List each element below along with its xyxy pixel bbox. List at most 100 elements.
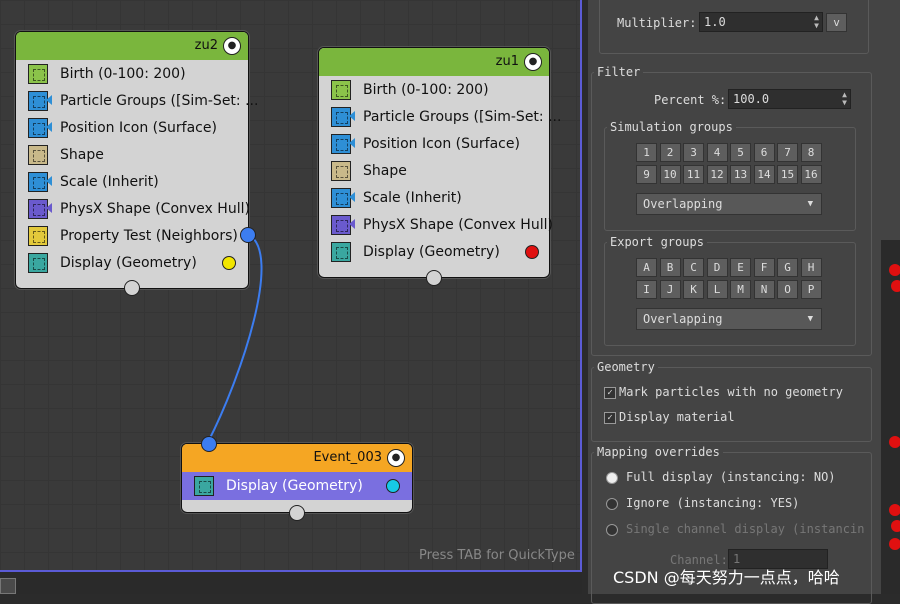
simulation-group-button[interactable]: 5 bbox=[730, 143, 751, 162]
particle-groups-icon bbox=[331, 106, 351, 127]
particle bbox=[891, 280, 900, 292]
operator-label: PhysX Shape (Convex Hull) bbox=[363, 216, 553, 233]
simulation-group-button[interactable]: 15 bbox=[777, 165, 798, 184]
operator-label: Shape bbox=[60, 146, 104, 163]
export-group-button[interactable]: N bbox=[753, 280, 775, 299]
export-group-button[interactable]: E bbox=[730, 258, 751, 277]
input-port[interactable] bbox=[201, 436, 217, 452]
multiplier-input[interactable]: 1.0 ▲ ▼ bbox=[699, 12, 823, 32]
operator-particle-groups[interactable]: Particle Groups ([Sim-Set: ... bbox=[16, 87, 258, 114]
viewport-edge bbox=[881, 240, 900, 594]
operator-physx-shape[interactable]: PhysX Shape (Convex Hull) bbox=[319, 211, 553, 238]
full-display-radio[interactable]: Full display (instancing: NO) bbox=[606, 470, 836, 484]
output-port[interactable] bbox=[240, 227, 256, 243]
export-group-button[interactable]: P bbox=[800, 280, 822, 299]
lightbulb-icon[interactable]: ● bbox=[223, 37, 241, 55]
operator-label: Birth (0-100: 200) bbox=[363, 81, 489, 98]
operator-display-selected[interactable]: Display (Geometry) bbox=[182, 472, 412, 500]
node-zu2-header[interactable]: zu2 ● bbox=[16, 32, 248, 60]
lightbulb-icon[interactable]: ● bbox=[524, 53, 542, 71]
export-group-button[interactable]: O bbox=[777, 280, 798, 299]
arrow-icon bbox=[46, 203, 52, 213]
lightbulb-icon[interactable]: ● bbox=[387, 449, 405, 467]
operator-birth[interactable]: Birth (0-100: 200) bbox=[16, 60, 248, 87]
operator-birth[interactable]: Birth (0-100: 200) bbox=[319, 76, 549, 103]
single-channel-radio[interactable]: Single channel display (instancin bbox=[606, 522, 864, 536]
simulation-groups-label: Simulation groups bbox=[607, 120, 736, 134]
simulation-group-button[interactable]: 9 bbox=[636, 165, 657, 184]
simulation-group-button[interactable]: 10 bbox=[659, 165, 681, 184]
simulation-group-button[interactable]: 14 bbox=[753, 165, 775, 184]
node-event-003-header[interactable]: Event_003 ● bbox=[182, 444, 412, 472]
export-group-button[interactable]: H bbox=[800, 258, 822, 277]
simulation-overlap-dropdown[interactable]: Overlapping ▼ bbox=[636, 193, 822, 215]
export-group-button[interactable]: K bbox=[683, 280, 704, 299]
percent-input[interactable]: 100.0 ▲ ▼ bbox=[728, 89, 851, 109]
display-color-dot[interactable] bbox=[222, 256, 236, 270]
operator-label: Birth (0-100: 200) bbox=[60, 65, 186, 82]
radio-icon bbox=[606, 523, 618, 536]
v-button[interactable]: v bbox=[826, 13, 847, 32]
export-group-button[interactable]: M bbox=[730, 280, 751, 299]
operator-particle-groups[interactable]: Particle Groups ([Sim-Set: ... bbox=[319, 103, 561, 130]
particle-view-graph[interactable]: zu2 ● Birth (0-100: 200) Particle Groups… bbox=[0, 0, 582, 572]
operator-scale[interactable]: Scale (Inherit) bbox=[319, 184, 549, 211]
mark-no-geometry-checkbox[interactable]: ✓ Mark particles with no geometry bbox=[604, 385, 843, 399]
ignore-radio[interactable]: Ignore (instancing: YES) bbox=[606, 496, 799, 510]
input-port[interactable] bbox=[124, 280, 140, 296]
export-group-button[interactable]: I bbox=[636, 280, 657, 299]
node-event-003[interactable]: Event_003 ● Display (Geometry) bbox=[181, 436, 413, 521]
simulation-group-button[interactable]: 12 bbox=[706, 165, 728, 184]
operator-label: Position Icon (Surface) bbox=[363, 135, 520, 152]
export-group-button[interactable]: G bbox=[777, 258, 798, 277]
simulation-group-button[interactable]: 3 bbox=[683, 143, 704, 162]
node-zu1[interactable]: zu1 ● Birth (0-100: 200) Particle Groups… bbox=[318, 47, 561, 286]
simulation-group-button[interactable]: 2 bbox=[659, 143, 681, 162]
operator-physx-shape[interactable]: PhysX Shape (Convex Hull) bbox=[16, 195, 250, 222]
particle bbox=[889, 538, 900, 550]
export-group-button[interactable]: B bbox=[659, 258, 681, 277]
operator-shape[interactable]: Shape bbox=[319, 157, 549, 184]
export-group-button[interactable]: C bbox=[683, 258, 704, 277]
particle bbox=[889, 264, 900, 276]
multiplier-value: 1.0 bbox=[704, 15, 726, 29]
node-zu2[interactable]: zu2 ● Birth (0-100: 200) Particle Groups… bbox=[15, 31, 258, 296]
simulation-group-button[interactable]: 16 bbox=[800, 165, 822, 184]
checkbox-label: Display material bbox=[619, 410, 735, 424]
arrow-icon bbox=[46, 95, 52, 105]
operator-position-icon[interactable]: Position Icon (Surface) bbox=[319, 130, 549, 157]
display-material-checkbox[interactable]: ✓ Display material bbox=[604, 410, 735, 424]
simulation-group-button[interactable]: 6 bbox=[753, 143, 775, 162]
display-color-dot[interactable] bbox=[386, 479, 400, 493]
operator-property-test[interactable]: Property Test (Neighbors) bbox=[16, 222, 248, 249]
node-event-003-title: Event_003 bbox=[313, 450, 382, 465]
display-color-dot[interactable] bbox=[525, 245, 539, 259]
simulation-group-button[interactable]: 11 bbox=[683, 165, 704, 184]
operator-scale[interactable]: Scale (Inherit) bbox=[16, 168, 248, 195]
radio-label: Ignore (instancing: YES) bbox=[626, 496, 800, 510]
operator-position-icon[interactable]: Position Icon (Surface) bbox=[16, 114, 248, 141]
simulation-group-button[interactable]: 8 bbox=[800, 143, 822, 162]
export-group-button[interactable]: F bbox=[753, 258, 775, 277]
bottom-bar bbox=[0, 572, 582, 594]
input-port[interactable] bbox=[426, 270, 442, 286]
operator-shape[interactable]: Shape bbox=[16, 141, 248, 168]
arrow-icon bbox=[349, 138, 355, 148]
operator-display[interactable]: Display (Geometry) bbox=[319, 238, 549, 265]
node-zu1-header[interactable]: zu1 ● bbox=[319, 48, 549, 76]
spinner-icon[interactable]: ▲ ▼ bbox=[814, 14, 819, 30]
simulation-group-button[interactable]: 4 bbox=[706, 143, 728, 162]
graph-tab-icon[interactable] bbox=[0, 578, 16, 594]
export-group-button[interactable]: A bbox=[636, 258, 657, 277]
spinner-icon[interactable]: ▲ ▼ bbox=[842, 91, 847, 107]
output-port[interactable] bbox=[289, 505, 305, 521]
simulation-group-button[interactable]: 7 bbox=[777, 143, 798, 162]
export-group-button[interactable]: J bbox=[659, 280, 681, 299]
export-overlap-dropdown[interactable]: Overlapping ▼ bbox=[636, 308, 822, 330]
simulation-group-button[interactable]: 1 bbox=[636, 143, 657, 162]
export-group-button[interactable]: D bbox=[706, 258, 728, 277]
export-group-button[interactable]: L bbox=[706, 280, 728, 299]
operator-label: Display (Geometry) bbox=[60, 254, 197, 271]
operator-display[interactable]: Display (Geometry) bbox=[16, 249, 248, 276]
simulation-group-button[interactable]: 13 bbox=[730, 165, 751, 184]
